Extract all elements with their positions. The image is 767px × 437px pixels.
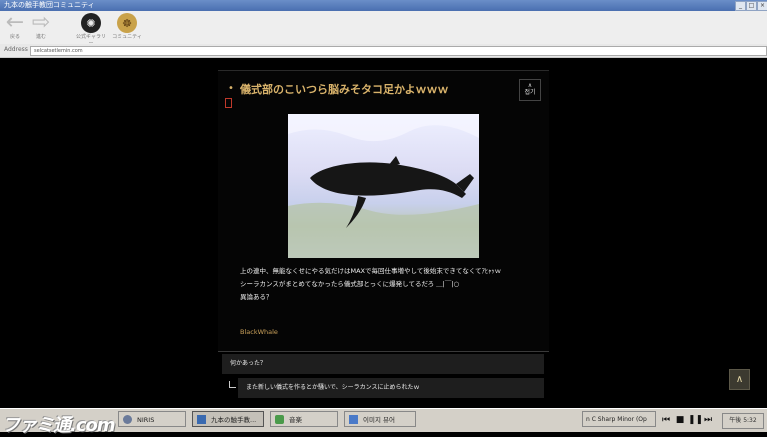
minimize-button[interactable]: _ [735, 1, 746, 11]
title-bullet-icon: • [228, 83, 234, 94]
post-title: 儀式部のこいつら脳みそタコ足かよｗｗｗ [240, 83, 449, 96]
address-label: Address [4, 46, 28, 53]
taskbar-button-music[interactable]: 音楽 [270, 411, 338, 427]
page-content: • 儀式部のこいつら脳みそタコ足かよｗｗｗ ∧ 접기 上の連中、無能なくせにやる… [0, 58, 767, 408]
forward-button[interactable]: ⇨ 進む [30, 10, 52, 41]
post-author[interactable]: BlackWhale [240, 328, 278, 336]
post-body-line-3: 異論ある？ [240, 293, 273, 301]
window-titlebar: 九本の触手教団コミュニティ _ □ × [0, 0, 767, 11]
comment-item: 何かあった？ [222, 354, 544, 374]
gallery-button[interactable]: ✺ 公式ギャラリー [76, 13, 106, 47]
close-button[interactable]: × [757, 1, 767, 11]
scroll-to-top-button[interactable]: ∧ [729, 369, 750, 390]
collapse-label: 접기 [524, 89, 536, 96]
taskbar-label: 九本の触手教... [211, 416, 257, 424]
post-image [288, 114, 479, 258]
pause-button[interactable]: ❚❚ [688, 414, 703, 426]
taskbar-label: 音楽 [289, 416, 302, 424]
collapse-button[interactable]: ∧ 접기 [519, 79, 541, 101]
community-label: コミュニティ [112, 34, 142, 40]
post-panel: • 儀式部のこいつら脳みそタコ足かよｗｗｗ ∧ 접기 上の連中、無能なくせにやる… [218, 70, 549, 352]
maximize-button[interactable]: □ [746, 1, 757, 11]
back-arrow-icon: ← [5, 10, 25, 35]
system-clock: 午後 5:32 [722, 413, 764, 429]
browser-icon [197, 415, 206, 424]
community-emblem-icon: ☸ [117, 13, 137, 33]
niris-icon [123, 415, 132, 424]
post-body-line-1: 上の連中、無能なくせにやる気だけはMAXで毎回仕事増やして後始末できてなくてｱﾋ… [240, 267, 502, 275]
community-button[interactable]: ☸ コミュニティ [112, 13, 142, 40]
post-body-line-2: シーラカンスがまとめてなかったら儀式部とっくに爆発してるだろ ＿|￣|○ [240, 280, 460, 288]
url-field[interactable]: selcatsetlemin.com [30, 46, 767, 56]
taskbar-label: 이미지 뷰어 [363, 416, 395, 424]
bookmark-icon[interactable] [225, 98, 232, 108]
taskbar-button-image-viewer[interactable]: 이미지 뷰어 [344, 411, 416, 427]
music-icon [275, 415, 284, 424]
previous-track-button[interactable]: ⏮ [660, 414, 672, 426]
forward-arrow-icon: ⇨ [31, 10, 51, 35]
chevron-up-icon: ∧ [527, 82, 533, 89]
reply-arrow-icon [229, 381, 236, 388]
famitsu-logo: ファミ通.com [2, 415, 116, 436]
image-viewer-icon [349, 415, 358, 424]
now-playing: n C Sharp Minor (Op [582, 411, 656, 427]
whale-image [288, 114, 479, 258]
taskbar-button-community[interactable]: 九本の触手教... [192, 411, 264, 427]
reply-item: また新しい儀式を作るとか騒いで、シーラカンスに止められたｗ [238, 378, 544, 398]
next-track-button[interactable]: ⏭ [702, 414, 714, 426]
stop-button[interactable]: ■ [674, 414, 686, 426]
taskbar-button-niris[interactable]: NIRIS [118, 411, 186, 427]
cult-emblem-icon: ✺ [81, 13, 101, 33]
taskbar-label: NIRIS [137, 416, 155, 424]
browser-toolbar: ← 戻る ⇨ 進む ✺ 公式ギャラリー ☸ コミュニティ [0, 10, 767, 47]
taskbar: ファミ通.com NIRIS 九本の触手教... 音楽 이미지 뷰어 n C S… [0, 408, 767, 436]
back-button[interactable]: ← 戻る [4, 10, 26, 41]
address-bar: Address selcatsetlemin.com [0, 44, 767, 58]
